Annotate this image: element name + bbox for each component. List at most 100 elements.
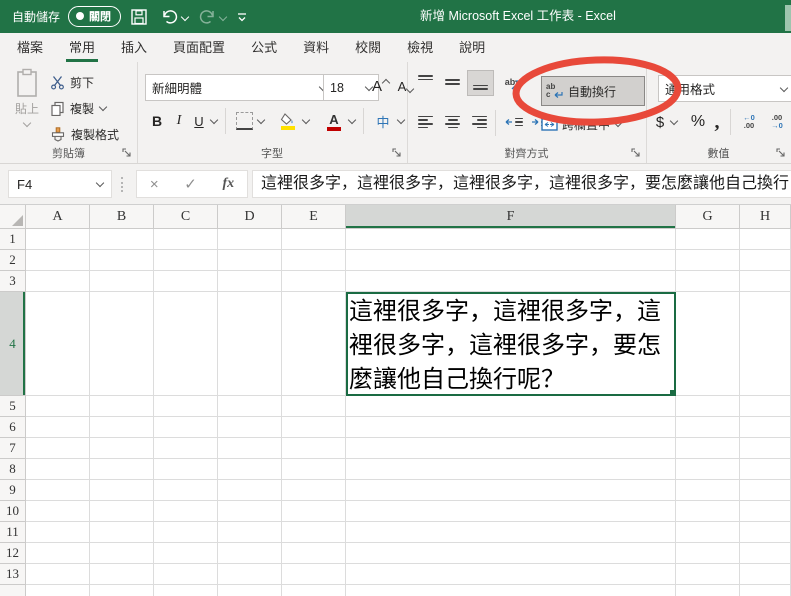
percent-style-button[interactable]: % [688,109,708,135]
row-header-13[interactable]: 13 [0,564,26,585]
cell-C8[interactable] [154,459,218,480]
cell-G14[interactable] [676,585,740,596]
row-header-9[interactable]: 9 [0,480,26,501]
cell-C13[interactable] [154,564,218,585]
bold-button[interactable]: B [147,108,167,134]
cell-E13[interactable] [282,564,346,585]
row-header-5[interactable]: 5 [0,396,26,417]
account-button-partial[interactable] [785,5,791,31]
cell-D13[interactable] [218,564,282,585]
tab-常用[interactable]: 常用 [56,33,108,62]
cell-B12[interactable] [90,543,154,564]
cell-D3[interactable] [218,271,282,292]
cell-E12[interactable] [282,543,346,564]
cell-B10[interactable] [90,501,154,522]
format-painter-button[interactable]: 複製格式 [50,121,119,147]
cell-H9[interactable] [740,480,791,501]
undo-dropdown-icon[interactable] [181,12,189,20]
tab-校閱[interactable]: 校閱 [342,33,394,62]
cell-B9[interactable] [90,480,154,501]
paste-button[interactable]: 貼上 [6,68,48,156]
tab-說明[interactable]: 說明 [446,33,498,62]
currency-button[interactable]: $ [652,109,668,135]
cell-D14[interactable] [218,585,282,596]
cell-C4[interactable] [154,292,218,396]
cell-D12[interactable] [218,543,282,564]
cell-F8[interactable] [346,459,676,480]
cell-A5[interactable] [26,396,90,417]
cancel-button[interactable]: × [150,176,159,193]
cell-C11[interactable] [154,522,218,543]
cell-E6[interactable] [282,417,346,438]
insert-function-button[interactable]: fx [222,176,234,192]
align-bottom-button[interactable] [467,70,494,96]
redo-button[interactable] [198,0,226,33]
merge-center-button[interactable]: 跨欄置中 [541,112,622,136]
cell-G8[interactable] [676,459,740,480]
borders-dropdown[interactable] [255,108,267,134]
row-header-2[interactable]: 2 [0,250,26,271]
column-header-B[interactable]: B [90,205,154,229]
cell-G5[interactable] [676,396,740,417]
cell-E14[interactable] [282,585,346,596]
row-header-8[interactable]: 8 [0,459,26,480]
cell-C6[interactable] [154,417,218,438]
italic-button[interactable]: I [170,108,188,134]
cell-E10[interactable] [282,501,346,522]
tab-頁面配置[interactable]: 頁面配置 [160,33,238,62]
decrease-decimal-button[interactable]: .00→0 [764,109,790,135]
cell-G4[interactable] [676,292,740,396]
cell-D2[interactable] [218,250,282,271]
tab-公式[interactable]: 公式 [238,33,290,62]
phonetic-dropdown[interactable] [395,108,407,134]
cell-H14[interactable] [740,585,791,596]
cell-A8[interactable] [26,459,90,480]
decrease-indent-button[interactable] [501,110,526,134]
grow-font-button[interactable]: A [370,74,392,99]
cell-C9[interactable] [154,480,218,501]
cell-H5[interactable] [740,396,791,417]
cell-G12[interactable] [676,543,740,564]
cell-C7[interactable] [154,438,218,459]
cell-H1[interactable] [740,229,791,250]
fill-handle[interactable] [669,389,676,396]
cell-D4[interactable] [218,292,282,396]
tab-檢視[interactable]: 檢視 [394,33,446,62]
align-top-button[interactable] [413,70,438,94]
cell-E9[interactable] [282,480,346,501]
number-format-combo[interactable]: 通用格式 [658,75,791,102]
row-header-11[interactable]: 11 [0,522,26,543]
cell-H4[interactable] [740,292,791,396]
wrap-text-button[interactable]: abc 自動換行 [541,76,645,106]
cell-D5[interactable] [218,396,282,417]
row-header-10[interactable]: 10 [0,501,26,522]
cell-C14[interactable] [154,585,218,596]
cut-button[interactable]: 剪下 [50,69,119,95]
cell-D11[interactable] [218,522,282,543]
cell-F5[interactable] [346,396,676,417]
cell-H12[interactable] [740,543,791,564]
cell-C2[interactable] [154,250,218,271]
cell-B3[interactable] [90,271,154,292]
phonetic-guide-button[interactable]: 中 [371,108,395,134]
column-header-D[interactable]: D [218,205,282,229]
align-left-button[interactable] [413,110,438,134]
underline-dropdown[interactable] [208,108,220,134]
align-right-button[interactable] [467,110,492,134]
cell-B7[interactable] [90,438,154,459]
cell-D9[interactable] [218,480,282,501]
fill-color-dropdown[interactable] [300,108,312,134]
orientation-button[interactable]: ab [499,70,529,94]
cell-E3[interactable] [282,271,346,292]
column-header-A[interactable]: A [26,205,90,229]
cell-G13[interactable] [676,564,740,585]
cell-A9[interactable] [26,480,90,501]
cell-H10[interactable] [740,501,791,522]
column-header-G[interactable]: G [676,205,740,229]
cell-G7[interactable] [676,438,740,459]
row-header-12[interactable]: 12 [0,543,26,564]
borders-button[interactable] [233,108,255,134]
copy-button[interactable]: 複製 [50,95,119,121]
cell-H13[interactable] [740,564,791,585]
cell-H2[interactable] [740,250,791,271]
